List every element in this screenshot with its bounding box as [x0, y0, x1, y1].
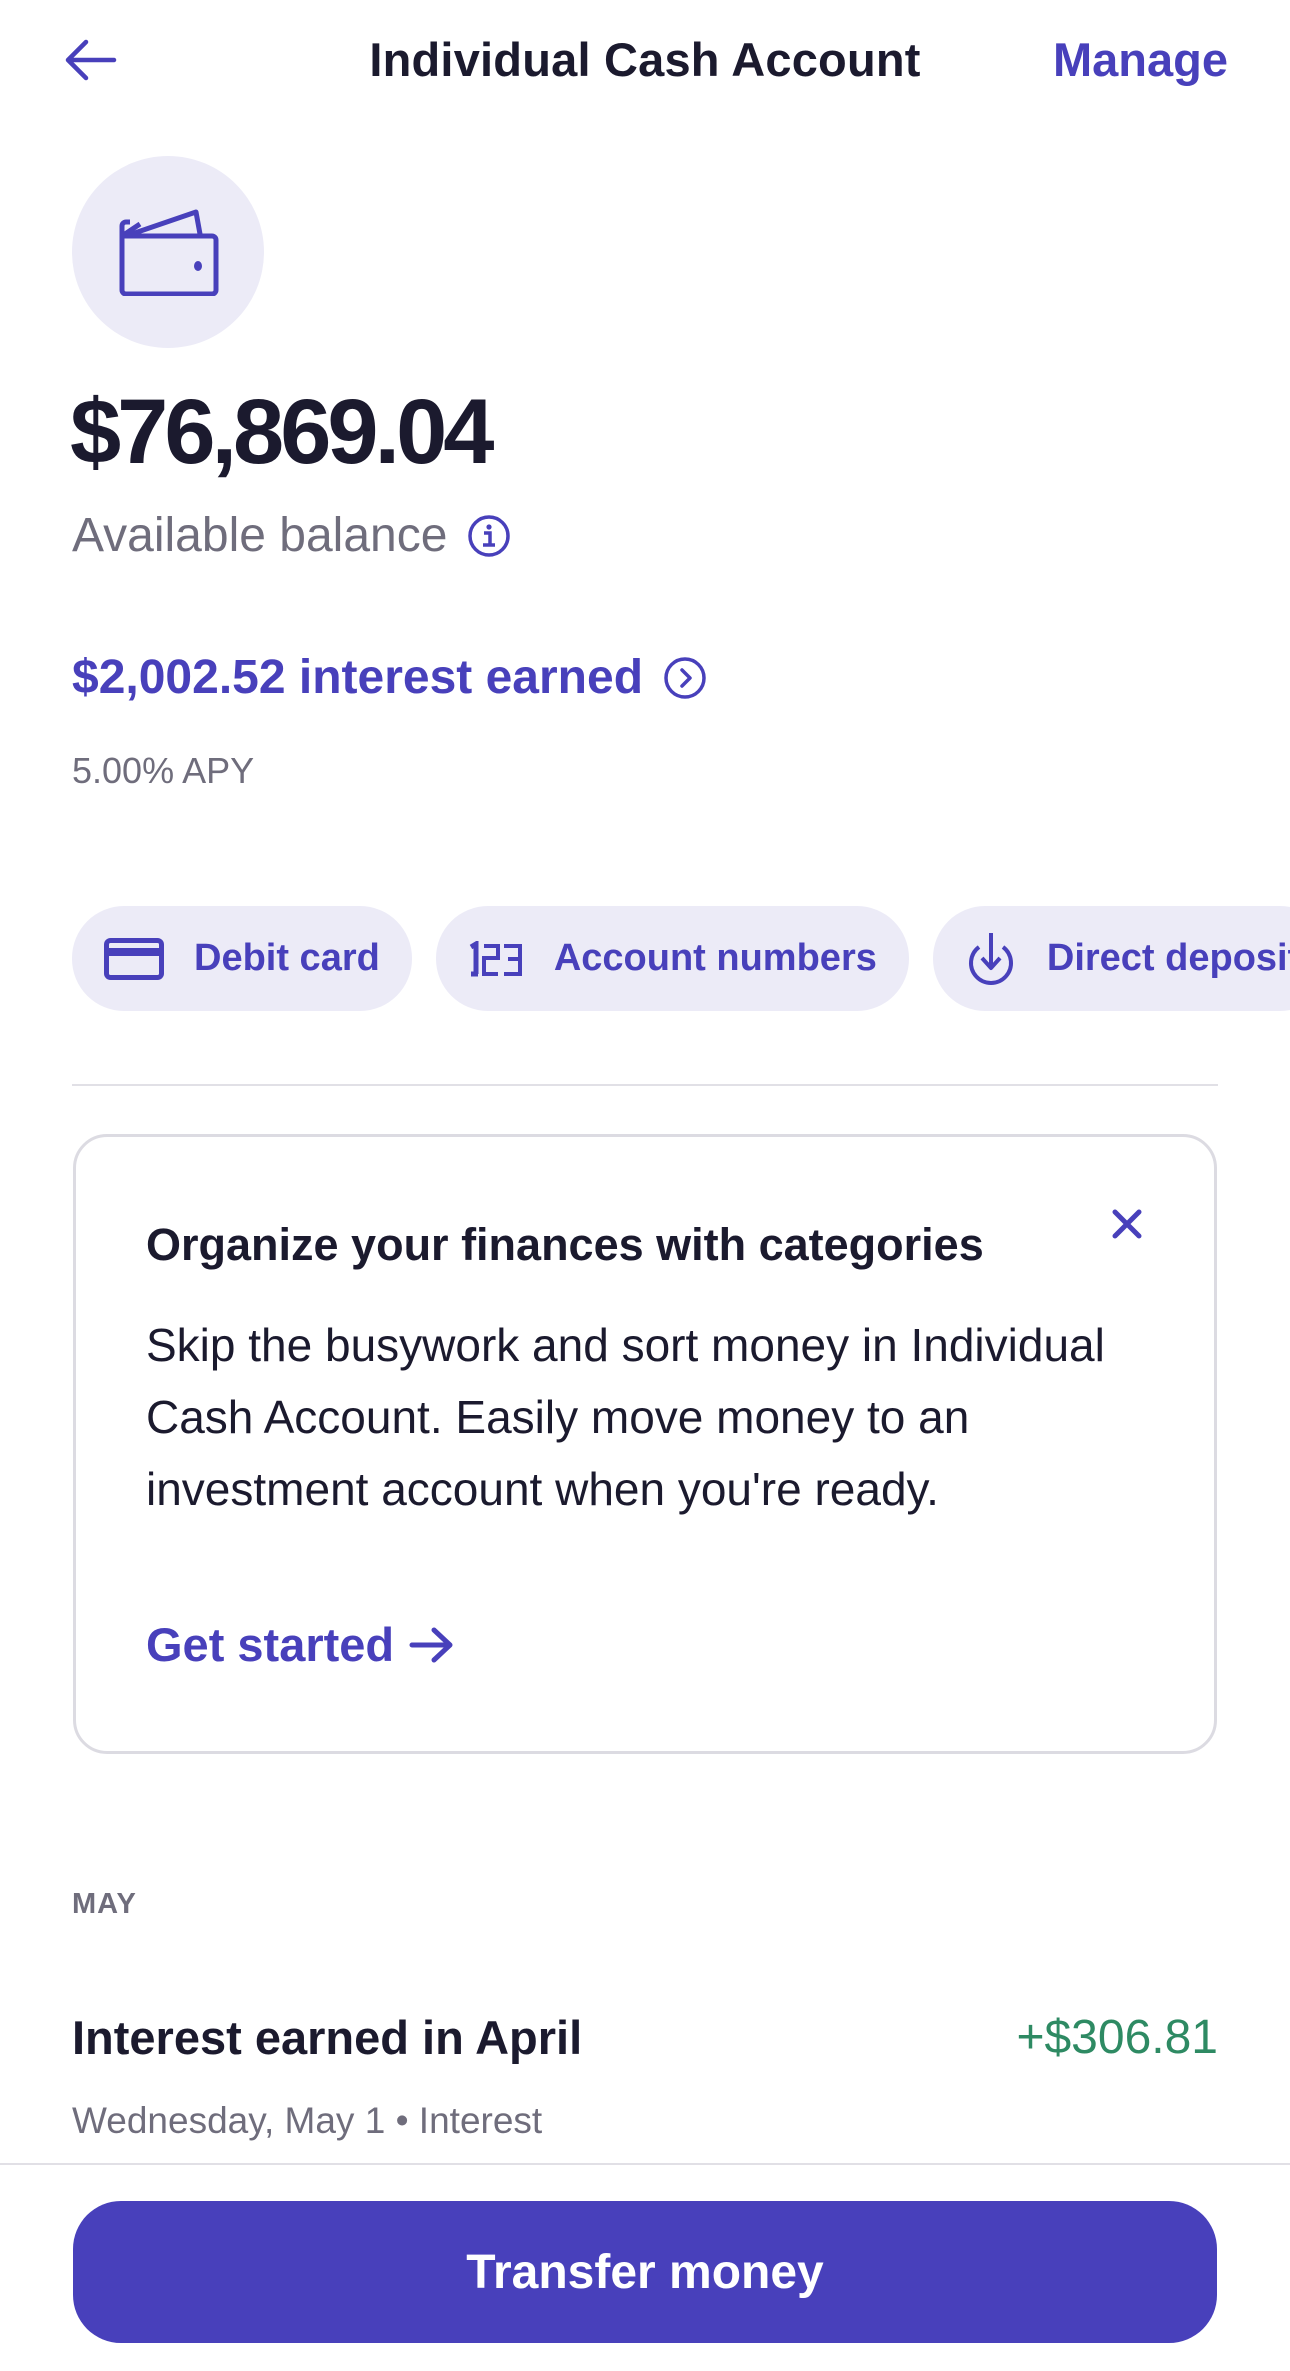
- credit-card-icon: [104, 937, 164, 980]
- transaction-amount: +$306.81: [1016, 2011, 1218, 2064]
- available-balance-label: Available balance: [72, 509, 448, 562]
- download-circle-icon: [968, 932, 1013, 985]
- apy-label: 5.00% APY: [72, 750, 255, 791]
- account-icon-badge: [72, 156, 264, 348]
- get-started-link[interactable]: Get started: [146, 1617, 456, 1672]
- available-balance-row: Available balance: [72, 508, 511, 563]
- transaction-title: Interest earned in April: [72, 2011, 583, 2064]
- footer-divider: [0, 2163, 1290, 2165]
- balance-amount: $76,869.04: [70, 381, 494, 483]
- chip-label: Account numbers: [553, 937, 877, 979]
- transaction-row[interactable]: Interest earned in April +$306.81 Wednes…: [72, 2004, 1218, 2144]
- chevron-right-circle-icon: [664, 656, 706, 699]
- transaction-subtitle: Wednesday, May 1 • Interest: [72, 2100, 543, 2141]
- info-icon[interactable]: [467, 514, 511, 558]
- promo-body: Skip the busywork and sort money in Indi…: [146, 1319, 1105, 1515]
- manage-button[interactable]: Manage: [1053, 32, 1228, 87]
- get-started-label: Get started: [146, 1618, 395, 1671]
- wallet-icon: [119, 209, 219, 296]
- divider: [72, 1084, 1218, 1086]
- interest-earned-link[interactable]: $2,002.52 interest earned: [72, 650, 707, 705]
- close-icon: [1112, 1209, 1142, 1239]
- chip-label: Direct deposit: [1046, 937, 1290, 979]
- month-section-header: MAY: [72, 1888, 137, 1920]
- transfer-money-button[interactable]: Transfer money: [73, 2201, 1217, 2343]
- promo-card: Organize your finances with categories S…: [73, 1134, 1217, 1754]
- interest-earned-text: $2,002.52 interest earned: [72, 651, 644, 704]
- chip-debit-card[interactable]: Debit card: [72, 906, 412, 1011]
- chip-account-numbers[interactable]: Account numbers: [435, 906, 909, 1011]
- numbers-123-icon: [469, 940, 522, 976]
- close-button[interactable]: [1102, 1199, 1152, 1249]
- quick-actions: Debit card Account numbers Direct deposi…: [72, 906, 1290, 1011]
- chip-direct-deposit[interactable]: Direct deposit: [932, 906, 1290, 1011]
- promo-title: Organize your finances with categories: [146, 1219, 984, 1270]
- arrow-right-icon: [409, 1627, 453, 1662]
- chip-label: Debit card: [194, 937, 380, 979]
